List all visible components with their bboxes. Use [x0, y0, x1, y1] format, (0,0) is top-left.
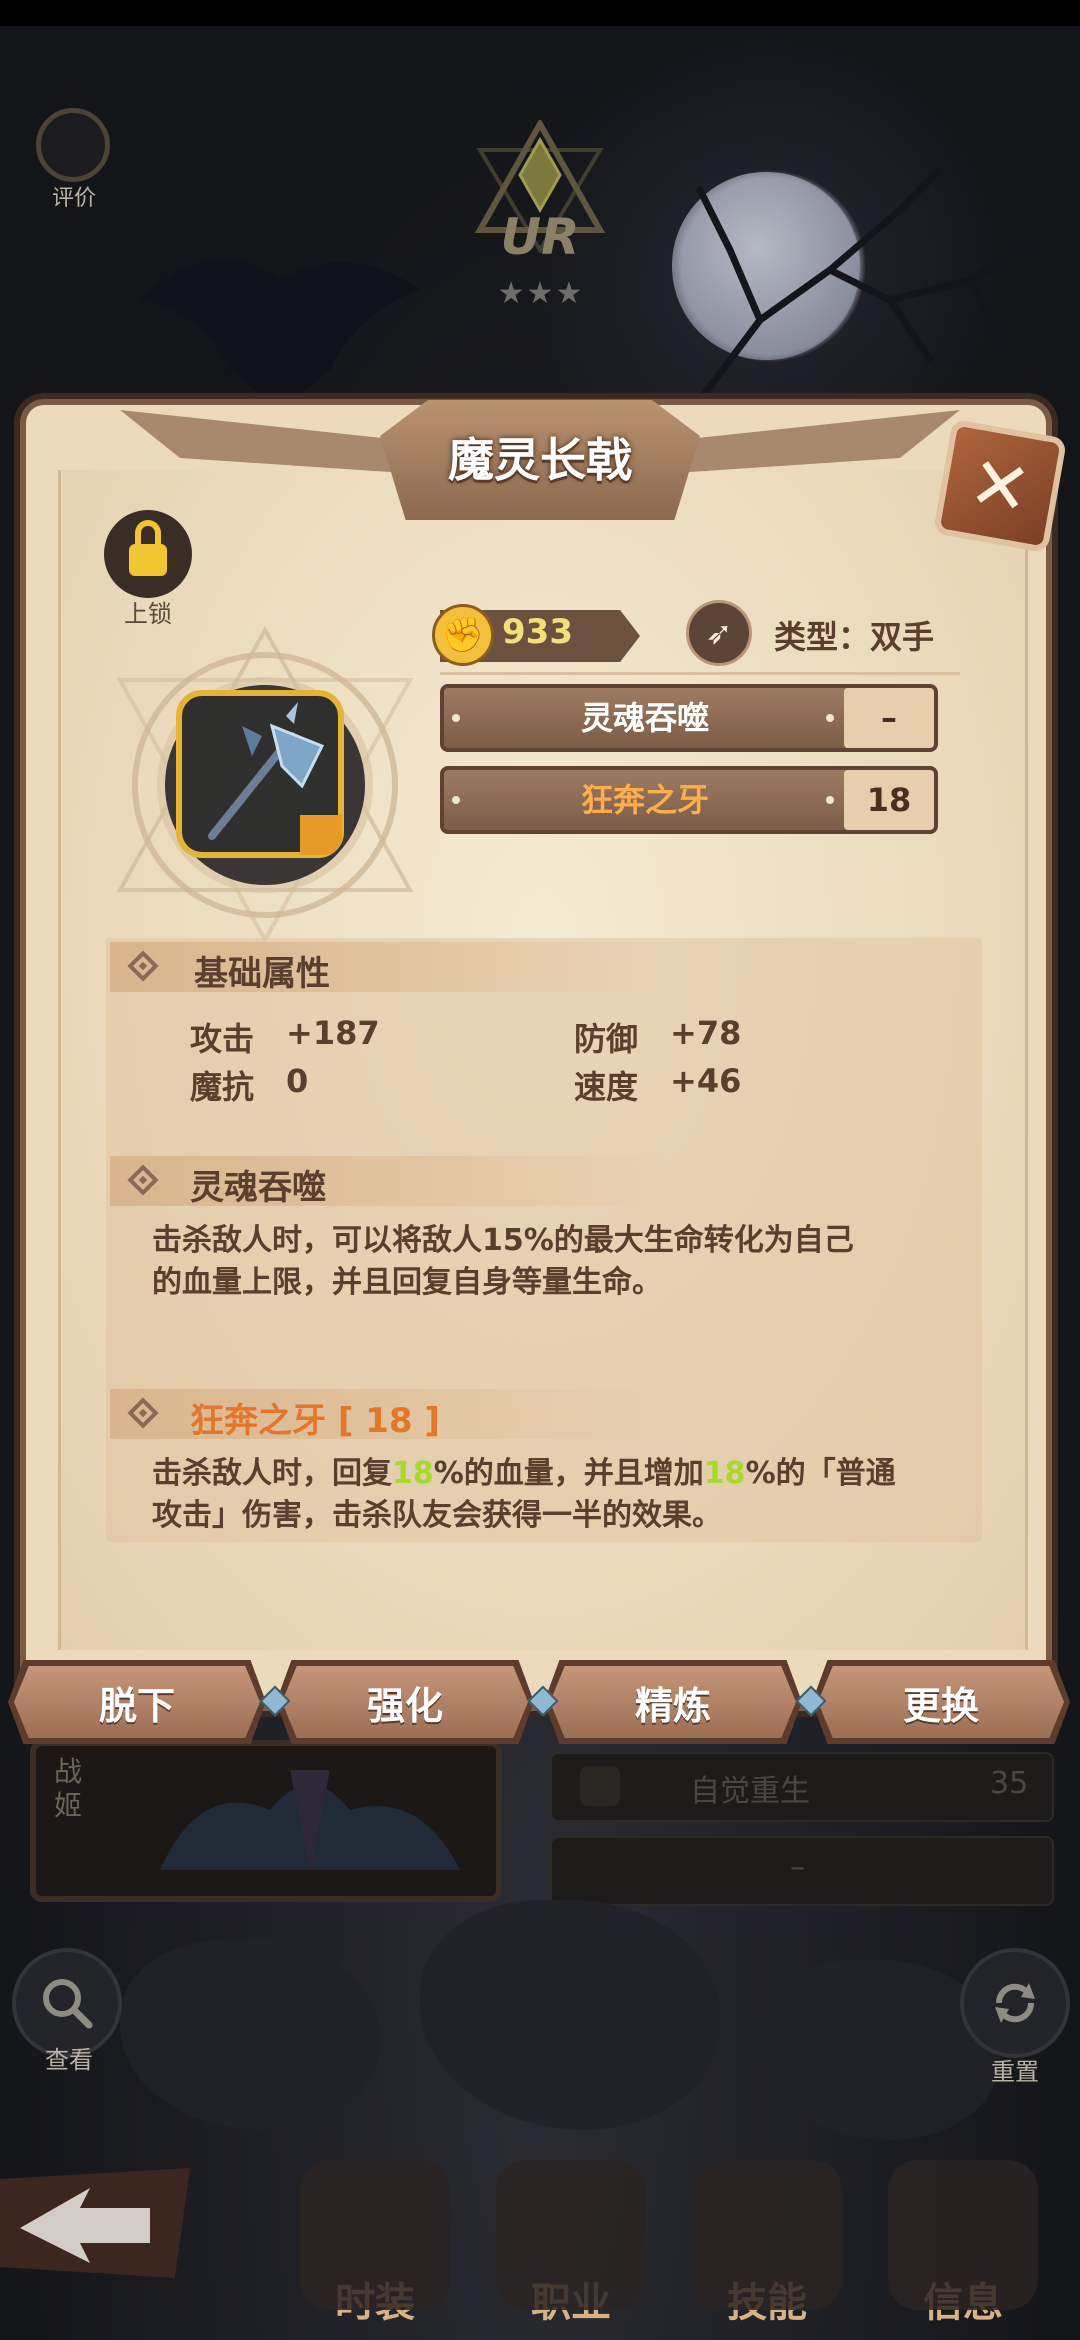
stat-attack-label: 攻击: [190, 1020, 255, 1058]
spear-icon: ➶: [686, 600, 752, 666]
fang-desc-part-a: 击杀敌人时，回复: [152, 1456, 392, 1491]
stat-defense-value: +78: [670, 1014, 742, 1052]
enhance-button[interactable]: 强化: [282, 1666, 528, 1738]
soul-description-line-2: 的血量上限，并且回复自身等量生命。: [152, 1265, 662, 1300]
skill-2-name: 狂奔之牙: [580, 781, 709, 819]
reset-button[interactable]: [960, 1948, 1070, 2058]
search-icon: [43, 1979, 93, 2029]
helmet-icon: [300, 2160, 450, 2310]
soul-section-title: 灵魂吞噬: [190, 1168, 326, 1208]
rate-button[interactable]: [36, 108, 110, 182]
replace-label: 更换: [902, 1683, 979, 1728]
skill-1-name: 灵魂吞噬: [580, 699, 709, 737]
lock-button[interactable]: [104, 510, 192, 598]
star-rating: ★★★: [497, 276, 585, 311]
close-icon: ✕: [962, 439, 1037, 533]
fang-heal-percent: 18: [392, 1456, 434, 1491]
stat-attack-value: +187: [286, 1014, 380, 1052]
enhance-label: 强化: [366, 1683, 443, 1728]
refine-button[interactable]: 精炼: [550, 1666, 796, 1738]
hero-tag: 战姬: [54, 1755, 83, 1822]
fang-damage-percent: 18: [703, 1456, 746, 1491]
creature-silhouette: [140, 259, 420, 410]
back-arrow-icon: [20, 2188, 150, 2263]
chess-piece-icon: [496, 2160, 646, 2310]
nav-class[interactable]: 职业: [486, 2160, 656, 2340]
fang-desc-part-c: %的「普通: [745, 1456, 896, 1491]
nav-skill[interactable]: 技能: [682, 2160, 852, 2340]
stat-defense-label: 防御: [574, 1020, 639, 1058]
document-icon: [888, 2160, 1038, 2310]
status-bar: [0, 0, 1080, 26]
replace-button[interactable]: 更换: [818, 1666, 1064, 1738]
rebirth-lock-icon: [580, 1766, 620, 1806]
nav-fashion[interactable]: 时装: [290, 2160, 460, 2340]
search-label: 查看: [45, 2046, 93, 2074]
hero-portrait: [160, 1770, 460, 1870]
rate-label: 评价: [51, 186, 96, 211]
weapon-type: 类型：双手: [774, 618, 935, 656]
nav-info[interactable]: 信息: [878, 2160, 1048, 2340]
fang-section-title: 狂奔之牙 [ 18 ]: [190, 1401, 440, 1441]
lock-icon: [129, 520, 167, 576]
refresh-icon: [995, 1983, 1035, 2023]
fang-description-line-2: 攻击」伤害，击杀队友会获得一半的效果。: [152, 1498, 722, 1533]
unequip-label: 脱下: [98, 1683, 175, 1728]
power-value: 933: [502, 612, 573, 652]
refine-label: 精炼: [634, 1683, 711, 1728]
rarity-label: UR: [500, 208, 580, 266]
stat-speed-value: +46: [670, 1062, 742, 1100]
base-section-title: 基础属性: [194, 954, 330, 994]
fist-icon: ✊: [432, 604, 494, 666]
fang-desc-part-b: %的血量，并且增加: [433, 1456, 704, 1491]
item-quality-corner: [300, 815, 342, 855]
skill-2-value: 18: [866, 781, 912, 819]
divider: [440, 672, 960, 675]
tree-branches: [696, 166, 1044, 404]
rebirth-value: 35: [990, 1766, 1029, 1801]
stat-magic-resist-value: 0: [286, 1062, 309, 1100]
close-button[interactable]: ✕: [932, 418, 1068, 554]
stat-speed-label: 速度: [574, 1068, 639, 1106]
skill-rune-icon: [692, 2160, 842, 2310]
item-name: 魔灵长戟: [448, 433, 632, 487]
fang-description-line-1: 击杀敌人时，回复18%的血量，并且增加18%的「普通: [152, 1453, 952, 1495]
empty-slot-value: –: [790, 1850, 805, 1885]
back-button[interactable]: [0, 2168, 190, 2278]
unequip-button[interactable]: 脱下: [14, 1666, 260, 1738]
reset-label: 重置: [991, 2058, 1039, 2086]
soul-description-line-1: 击杀敌人时，可以将敌人15%的最大生命转化为自己: [152, 1223, 854, 1258]
stat-magic-resist-label: 魔抗: [190, 1068, 255, 1106]
skill-1-value: –: [881, 699, 897, 737]
rebirth-label: 自觉重生: [690, 1774, 810, 1809]
